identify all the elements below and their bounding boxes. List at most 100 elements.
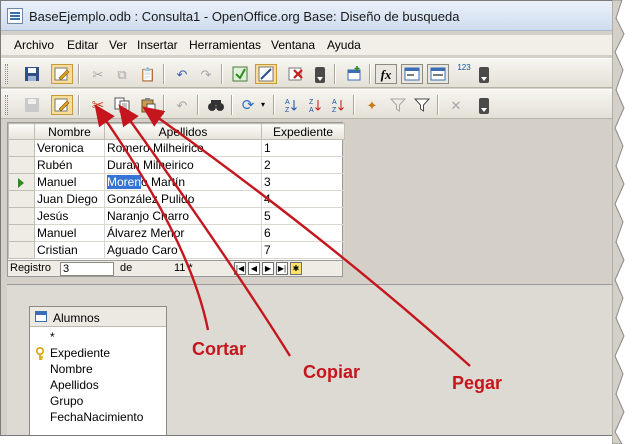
cell-nombre[interactable]: Juan Diego [34, 190, 105, 208]
field-grupo[interactable]: Grupo [50, 394, 83, 408]
alias-icon[interactable] [427, 64, 449, 84]
cell-apellidos[interactable]: Álvarez Menor [104, 224, 262, 242]
edit-mode-icon[interactable] [51, 64, 73, 84]
cell-expediente[interactable]: 6 [261, 224, 345, 242]
functions-icon[interactable]: fx [375, 64, 397, 84]
sort-ascending-icon[interactable]: AZ [279, 95, 301, 115]
find-record-icon[interactable] [205, 95, 227, 115]
default-filter-icon[interactable] [387, 95, 409, 115]
first-record-button[interactable]: |◀ [234, 262, 246, 275]
sort-icon[interactable]: AZ [327, 95, 349, 115]
row-header[interactable] [8, 173, 35, 191]
paste-icon[interactable] [137, 95, 159, 115]
cell-nombre[interactable]: Manuel [34, 224, 105, 242]
toolbar-overflow-button[interactable] [479, 98, 489, 114]
autofilter-icon[interactable]: ✦ [361, 95, 383, 115]
primary-key-icon [36, 347, 44, 360]
cell-apellidos[interactable]: Romero Milheirico [104, 139, 262, 157]
row-header[interactable] [8, 224, 35, 242]
add-table-icon[interactable] [343, 64, 365, 84]
row-header[interactable] [8, 139, 35, 157]
field-apellidos[interactable]: Apellidos [50, 378, 99, 392]
cell-nombre[interactable]: Manuel [34, 173, 105, 191]
new-record-button[interactable]: ✱ [290, 262, 302, 275]
cell-expediente[interactable]: 5 [261, 207, 345, 225]
menu-insertar[interactable]: Insertar [137, 38, 178, 52]
apply-filter-icon[interactable] [411, 95, 433, 115]
field-all[interactable]: * [50, 330, 55, 344]
next-record-button[interactable]: ▶ [262, 262, 274, 275]
cell-nombre[interactable]: Cristian [34, 241, 105, 259]
table-window-alumnos[interactable]: Alumnos * Expediente Nombre Apellidos Gr… [29, 306, 167, 435]
column-header-nombre[interactable]: Nombre [34, 123, 105, 140]
sort-descending-icon[interactable]: ZA [303, 95, 325, 115]
table-row[interactable]: Jesús Naranjo Charro 5 [8, 207, 345, 225]
column-header-apellidos[interactable]: Apellidos [104, 123, 262, 140]
table-row[interactable]: Cristian Aguado Caro 7 [8, 241, 345, 259]
undo-icon[interactable]: ↶ [171, 64, 193, 84]
undo-record-icon[interactable]: ↶ [171, 95, 193, 115]
query-result-grid[interactable]: Nombre Apellidos Expediente Veronica Rom… [7, 122, 345, 261]
previous-record-button[interactable]: ◀ [248, 262, 260, 275]
refresh-icon[interactable]: ⟳ [237, 95, 259, 115]
toolbar-grip[interactable] [5, 95, 8, 115]
last-record-button[interactable]: ▶| [276, 262, 288, 275]
copy-icon[interactable] [111, 95, 133, 115]
save-icon[interactable] [21, 64, 43, 84]
cell-expediente[interactable]: 4 [261, 190, 345, 208]
cut-icon[interactable]: ✂ [87, 95, 109, 115]
refresh-dropdown-icon[interactable]: ▾ [257, 95, 269, 115]
row-header[interactable] [8, 241, 35, 259]
row-header-corner [8, 123, 35, 140]
record-number-input[interactable]: 3 [60, 262, 114, 276]
cell-apellidos[interactable]: Naranjo Charro [104, 207, 262, 225]
cell-nombre[interactable]: Jesús [34, 207, 105, 225]
menu-ayuda[interactable]: Ayuda [327, 38, 361, 52]
design-view-icon[interactable] [255, 64, 277, 84]
redo-icon[interactable]: ↷ [195, 64, 217, 84]
table-window-header[interactable]: Alumnos [30, 307, 166, 327]
table-row[interactable]: Juan Diego González Pulido 4 [8, 190, 345, 208]
clear-query-icon[interactable] [285, 64, 307, 84]
table-row[interactable]: Veronica Romero Milheirico 1 [8, 139, 345, 157]
menu-ver[interactable]: Ver [109, 38, 127, 52]
cell-apellidos[interactable]: Duran Milheirico [104, 156, 262, 174]
table-data-toolbar: ✂ ↶ ⟳ ▾ AZ ZA AZ ✦ ✕ [1, 89, 613, 119]
menu-editar[interactable]: Editar [67, 38, 98, 52]
distinct-values-icon[interactable]: 123 [453, 64, 475, 84]
remove-filter-icon[interactable]: ✕ [445, 95, 467, 115]
column-header-expediente[interactable]: Expediente [261, 123, 345, 140]
toolbar-overflow-button[interactable] [315, 67, 325, 83]
field-fechanacimiento[interactable]: FechaNacimiento [50, 410, 143, 424]
cell-apellidos[interactable]: Aguado Caro [104, 241, 262, 259]
toolbar-separator [369, 64, 370, 84]
cut-icon[interactable]: ✂ [87, 64, 109, 84]
menu-archivo[interactable]: Archivo [14, 38, 54, 52]
menu-ventana[interactable]: Ventana [271, 38, 315, 52]
cell-expediente[interactable]: 7 [261, 241, 345, 259]
cell-apellidos[interactable]: González Pulido [104, 190, 262, 208]
row-header[interactable] [8, 207, 35, 225]
paste-icon[interactable]: 📋 [137, 64, 159, 84]
save-record-icon[interactable] [21, 95, 43, 115]
edit-data-icon[interactable] [51, 95, 73, 115]
copy-icon[interactable]: ⧉ [111, 64, 133, 84]
table-row-current[interactable]: Manuel Moreno Martín 3 [8, 173, 345, 191]
toolbar-overflow-button[interactable] [479, 67, 489, 83]
cell-nombre[interactable]: Veronica [34, 139, 105, 157]
table-row[interactable]: Rubén Duran Milheirico 2 [8, 156, 345, 174]
run-query-icon[interactable] [229, 64, 251, 84]
cell-apellidos-editing[interactable]: Moreno Martín [104, 173, 262, 191]
row-header[interactable] [8, 190, 35, 208]
cell-nombre[interactable]: Rubén [34, 156, 105, 174]
field-nombre[interactable]: Nombre [50, 362, 93, 376]
cell-expediente[interactable]: 1 [261, 139, 345, 157]
table-row[interactable]: Manuel Álvarez Menor 6 [8, 224, 345, 242]
table-name-icon[interactable] [401, 64, 423, 84]
cell-expediente[interactable]: 2 [261, 156, 345, 174]
menu-herramientas[interactable]: Herramientas [189, 38, 261, 52]
row-header[interactable] [8, 156, 35, 174]
field-expediente[interactable]: Expediente [50, 346, 110, 360]
cell-expediente[interactable]: 3 [261, 173, 345, 191]
toolbar-grip[interactable] [5, 64, 8, 84]
